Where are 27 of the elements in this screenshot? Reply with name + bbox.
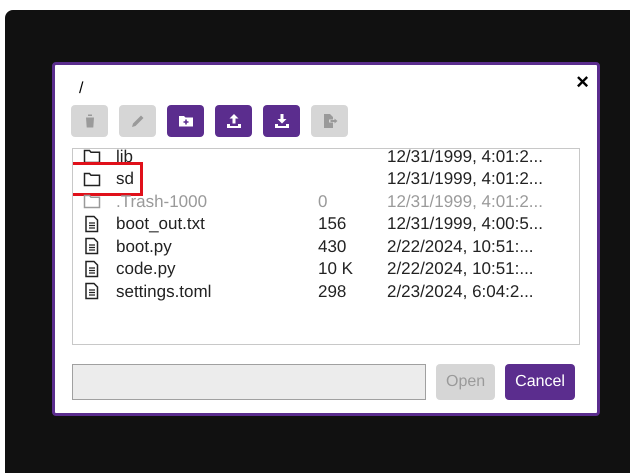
download-button[interactable] [263,105,300,137]
upload-icon [224,112,242,130]
file-date: 2/22/2024, 10:51:... [387,236,535,258]
file-date: 2/22/2024, 10:51:... [387,258,535,280]
file-name[interactable]: settings.toml [116,278,212,304]
download-icon [272,112,290,130]
file-date: 12/31/1999, 4:01:2... [387,168,544,190]
file-name[interactable]: boot.py [116,234,172,259]
file-size: 0 [318,190,328,212]
folder-icon [82,192,102,210]
file-date: 12/31/1999, 4:01:2... [387,149,544,168]
upload-button[interactable] [215,105,252,137]
file-name[interactable]: sd [116,166,134,192]
new-folder-button[interactable] [167,105,204,137]
dialog-button[interactable]: Cancel [505,364,575,400]
path-label: / [79,79,84,99]
file-date: 12/31/1999, 4:01:2... [387,190,544,212]
file-name[interactable]: code.py [116,256,176,282]
file-size: 430 [318,236,348,258]
file-size: 298 [318,280,348,302]
file-name[interactable]: boot_out.txt [116,211,205,236]
file-name[interactable]: lib [116,149,134,169]
file-date: 12/31/1999, 4:00:5... [387,213,544,235]
file-size: 156 [318,213,348,235]
close-button[interactable]: × [576,71,589,93]
file-date: 2/23/2024, 6:04:2... [387,280,535,302]
file-size: 10 K [318,258,354,280]
